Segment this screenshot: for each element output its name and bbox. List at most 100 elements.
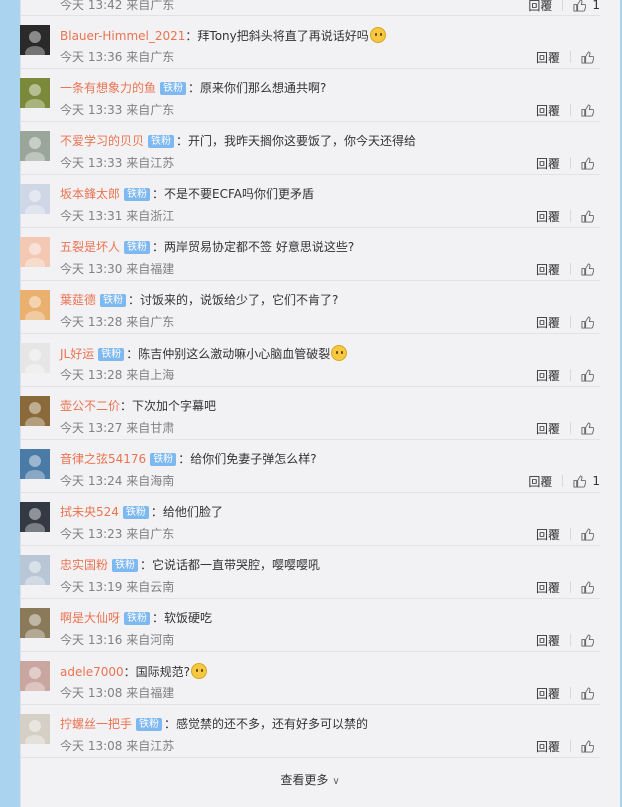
avatar[interactable] [20,608,50,638]
load-more-button[interactable]: 查看更多 ∨ [20,762,600,798]
avatar[interactable] [20,25,50,55]
chevron-down-icon: ∨ [332,776,340,787]
comment-actions: 回覆 [536,367,600,383]
like-button[interactable] [581,421,600,435]
avatar[interactable] [20,555,50,585]
username-link[interactable]: 葉莚德 [60,293,96,307]
user-avatar-icon [20,555,50,585]
comment-line: 葉莚德 铁粉 ：讨饭来的，说饭给少了，它们不肯了? [60,292,338,308]
like-button[interactable]: 1 [573,474,600,488]
reply-button[interactable]: 回覆 [536,685,560,702]
like-button[interactable]: 1 [573,0,600,12]
avatar[interactable] [20,502,50,532]
comment-meta: 今天 13:24 来自海南 [60,474,175,488]
emoji-icon [191,663,207,679]
thumbs-up-icon [581,527,594,541]
avatar[interactable] [20,131,50,161]
user-avatar-icon [20,237,50,267]
reply-button[interactable]: 回覆 [536,314,560,331]
reply-button[interactable]: 回覆 [536,632,560,649]
comment-item: 五裂是坏人 铁粉 ：两岸贸易协定都不签 好意思说这些? 今天 13:30 来自福建 回覆 [20,228,600,281]
divider [570,210,571,222]
thumbs-up-icon [573,474,587,488]
reply-button[interactable]: 回覆 [536,367,560,384]
username-link[interactable]: adele7000 [60,665,124,679]
username-link[interactable]: 一条有想象力的鱼 [60,81,156,95]
comment-text: 拜Tony把斜头将直了再说话好吗 [197,29,369,43]
divider [570,157,571,169]
comment-actions: 回覆 [536,738,600,754]
fan-badge: 铁粉 [100,294,127,307]
comment-actions: 回覆 [536,420,600,436]
reply-button[interactable]: 回覆 [528,473,552,490]
like-count: 1 [592,0,600,12]
comment-actions: 回覆 [536,632,600,648]
colon: ： [185,29,198,43]
reply-button[interactable]: 回覆 [536,49,560,66]
thumbs-up-icon [581,580,594,594]
comment-item: 忠实国粉 铁粉 ：它说话都一直带哭腔，嘤嘤嘤吼 今天 13:19 来自云南 回覆 [20,546,600,599]
like-button[interactable] [581,580,600,594]
user-avatar-icon [20,608,50,638]
avatar[interactable] [20,343,50,373]
comment-meta: 今天 13:08 来自福建 [60,686,175,700]
username-link[interactable]: Blauer-Himmel_2021 [60,29,185,43]
divider [570,528,571,540]
reply-button[interactable]: 回覆 [536,420,560,437]
comment-meta: 今天 13:19 来自云南 [60,580,175,594]
reply-button[interactable]: 回覆 [528,0,552,14]
username-link[interactable]: JL好运 [60,347,94,361]
comment-item: adele7000：国际规范? 今天 13:08 来自福建 回覆 [20,652,600,705]
like-button[interactable] [581,633,600,647]
divider [570,104,571,116]
username-link[interactable]: 五裂是坏人 [60,240,120,254]
comment-text: 感觉禁的还不多，还有好多可以禁的 [176,717,369,731]
comment-text: 开门，我昨天搁你这要饭了，你今天还得给 [188,134,417,148]
avatar[interactable] [20,290,50,320]
reply-button[interactable]: 回覆 [536,261,560,278]
comment-actions: 回覆 [536,155,600,171]
reply-button[interactable]: 回覆 [536,155,560,172]
fan-badge: 铁粉 [148,135,175,148]
like-button[interactable] [581,209,600,223]
username-link[interactable]: 坂本鋒太郎 [60,187,120,201]
avatar[interactable] [20,449,50,479]
like-button[interactable] [581,103,600,117]
reply-button[interactable]: 回覆 [536,579,560,596]
colon: ： [152,187,165,201]
like-button[interactable] [581,527,600,541]
avatar[interactable] [20,184,50,214]
reply-button[interactable]: 回覆 [536,102,560,119]
like-button[interactable] [581,50,600,64]
comment-list: 今天 13:42 来自广东 回覆 1 Blauer-Himmel_2021：拜T… [20,0,600,758]
like-button[interactable] [581,262,600,276]
username-link[interactable]: 啊是大仙呀 [60,611,120,625]
user-avatar-icon [20,661,50,691]
avatar[interactable] [20,714,50,744]
like-button[interactable] [581,368,600,382]
username-link[interactable]: 忠实国粉 [60,558,108,572]
avatar[interactable] [20,237,50,267]
thumbs-up-icon [581,262,594,276]
avatar[interactable] [20,661,50,691]
like-button[interactable] [581,156,600,170]
reply-button[interactable]: 回覆 [536,526,560,543]
like-button[interactable] [581,739,600,753]
reply-button[interactable]: 回覆 [536,208,560,225]
comment-line: adele7000：国际规范? [60,663,207,680]
avatar[interactable] [20,78,50,108]
divider [570,369,571,381]
avatar[interactable] [20,396,50,426]
username-link[interactable]: 音律之弦54176 [60,452,146,466]
username-link[interactable]: 壶公不二价 [60,399,120,413]
like-button[interactable] [581,315,600,329]
like-button[interactable] [581,686,600,700]
divider [562,475,564,487]
username-link[interactable]: 拭未央524 [60,505,119,519]
emoji-icon [331,345,348,361]
divider [570,740,571,752]
reply-button[interactable]: 回覆 [536,738,560,755]
username-link[interactable]: 不爱学习的贝贝 [60,134,144,148]
divider [570,687,571,699]
username-link[interactable]: 拧螺丝一把手 [60,717,132,731]
